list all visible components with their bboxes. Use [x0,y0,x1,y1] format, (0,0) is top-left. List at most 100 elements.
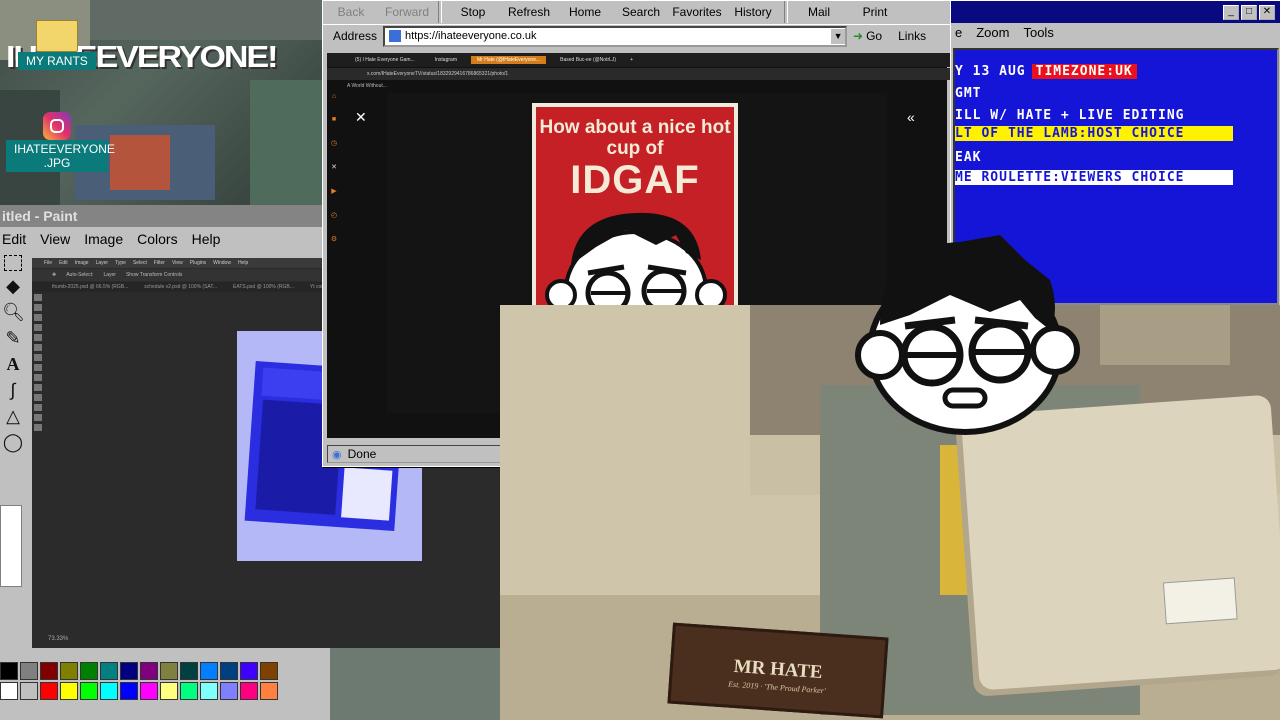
palette-swatch[interactable] [120,682,138,700]
ps-menu-filter[interactable]: Filter [154,260,165,266]
palette-swatch[interactable] [20,682,38,700]
toolbar-history-button[interactable]: History [725,1,781,23]
palette-swatch[interactable] [180,662,198,680]
bookmark-item[interactable]: A World Without... [347,83,387,89]
palette-swatch[interactable] [120,662,138,680]
links-button[interactable]: Links [898,29,926,43]
stamp-tool-icon[interactable] [34,354,42,361]
menu-tools[interactable]: Tools [1023,25,1053,43]
menu-image[interactable]: Image [84,231,123,247]
palette-swatch[interactable] [220,662,238,680]
marquee-tool-icon[interactable] [34,304,42,311]
move-tool-icon[interactable] [34,294,42,301]
inner-tab[interactable]: (5) I Hate Everyone Gam... [349,56,421,64]
ps-menu-type[interactable]: Type [115,260,126,266]
maximize-button[interactable]: □ [1241,4,1257,20]
toolbar-stop-button[interactable]: Stop [445,1,501,23]
toolbar-mail-button[interactable]: Mail [791,1,847,23]
gradient-tool-icon[interactable] [34,374,42,381]
menu-zoom[interactable]: Zoom [976,25,1009,43]
palette-swatch[interactable] [200,662,218,680]
palette-swatch[interactable] [140,662,158,680]
address-dropdown-icon[interactable]: ▼ [831,28,846,44]
inner-tab[interactable]: Based Buc-ee (@NotrLJ) [554,56,622,64]
curve-tool-icon[interactable]: ∫ [2,379,24,401]
ps-menu-layer[interactable]: Layer [96,260,109,266]
toolbar-back-button[interactable]: Back [323,1,379,23]
palette-swatch[interactable] [100,662,118,680]
magnifier-tool-icon[interactable]: 🔍︎ [2,301,25,323]
palette-swatch[interactable] [160,682,178,700]
palette-swatch[interactable] [240,662,258,680]
sidebar-bookmark-icon[interactable]: ■ [332,116,336,123]
palette-swatch[interactable] [80,682,98,700]
schedule-title-bar[interactable]: _ □ ✕ [951,1,1280,23]
palette-swatch[interactable] [0,682,18,700]
menu-help[interactable]: Help [192,231,221,247]
inner-tab[interactable]: Instagram [429,56,463,64]
toolbar-home-button[interactable]: Home [557,1,613,23]
pencil-tool-icon[interactable]: ✎ [2,327,24,349]
minimize-button[interactable]: _ [1223,4,1239,20]
toolbar-favorites-button[interactable]: Favorites [669,1,725,23]
toolbar-print-button[interactable]: Print [847,1,903,23]
palette-swatch[interactable] [60,682,78,700]
ps-menu-window[interactable]: Window [213,260,231,266]
inner-tab[interactable]: Mr Hate (@IHateEveryone... [470,56,547,64]
palette-swatch[interactable] [40,662,58,680]
fill-tool-icon[interactable]: ◆ [2,275,24,297]
sidebar-home-icon[interactable]: ⌂ [332,93,336,100]
palette-swatch[interactable] [180,682,198,700]
sidebar-clock-icon[interactable]: ◴ [331,211,337,219]
palette-swatch[interactable] [200,682,218,700]
auto-select-option[interactable]: Auto-Select: [66,272,93,278]
eyedropper-tool-icon[interactable] [34,334,42,341]
palette-swatch[interactable] [60,662,78,680]
menu-colors[interactable]: Colors [137,231,177,247]
ps-menu-plugins[interactable]: Plugins [190,260,206,266]
sidebar-settings-icon[interactable]: ⚙ [331,235,337,243]
pen-tool-icon[interactable] [34,384,42,391]
palette-swatch[interactable] [260,662,278,680]
paint-title-bar[interactable]: itled - Paint [0,205,332,227]
ps-menu-help[interactable]: Help [238,260,248,266]
palette-swatch[interactable] [40,682,58,700]
ps-document-tab[interactable]: thumb-2025.psd @ 66.5% (RGB... [52,284,128,290]
ps-menu-view[interactable]: View [172,260,183,266]
ps-menu-edit[interactable]: Edit [59,260,68,266]
brush-tool-icon[interactable] [34,344,42,351]
menu-view[interactable]: View [40,231,70,247]
palette-swatch[interactable] [100,682,118,700]
ps-menu-image[interactable]: Image [75,260,89,266]
desktop-icon-ihateeveryone-jpg[interactable]: IHATEEVERYONE .JPG [6,112,115,172]
palette-swatch[interactable] [240,682,258,700]
palette-swatch[interactable] [220,682,238,700]
ps-document-tab[interactable]: schedule v2.psd @ 100% (SAT... [144,284,217,290]
transform-controls-option[interactable]: Show Transform Controls [126,272,182,278]
palette-swatch[interactable] [260,682,278,700]
text-tool-icon[interactable]: A [2,353,24,375]
sidebar-play-icon[interactable]: ▶ [331,187,336,195]
toolbar-forward-button[interactable]: Forward [379,1,435,23]
paint-canvas[interactable] [0,505,22,587]
toolbar-refresh-button[interactable]: Refresh [501,1,557,23]
new-tab-icon[interactable]: + [630,57,633,63]
move-tool-icon[interactable]: ✥ [52,272,56,278]
type-tool-icon[interactable] [34,394,42,401]
palette-swatch[interactable] [140,682,158,700]
hand-tool-icon[interactable] [34,414,42,421]
menu-e-fragment[interactable]: e [955,25,962,43]
menu-edit[interactable]: Edit [2,231,26,247]
select-tool-icon[interactable] [4,255,22,271]
lasso-tool-icon[interactable] [34,314,42,321]
go-button[interactable]: ➜ Go [853,29,882,43]
ps-menu-file[interactable]: File [44,260,52,266]
crop-tool-icon[interactable] [34,324,42,331]
sidebar-history-icon[interactable]: ◷ [331,139,337,147]
ellipse-tool-icon[interactable]: ◯ [2,431,24,453]
desktop-icon-my-rants[interactable]: MY RANTS [18,20,96,70]
sidebar-x-icon[interactable]: ✕ [331,163,337,171]
palette-swatch[interactable] [20,662,38,680]
palette-swatch[interactable] [80,662,98,680]
close-button[interactable]: ✕ [1259,4,1275,20]
